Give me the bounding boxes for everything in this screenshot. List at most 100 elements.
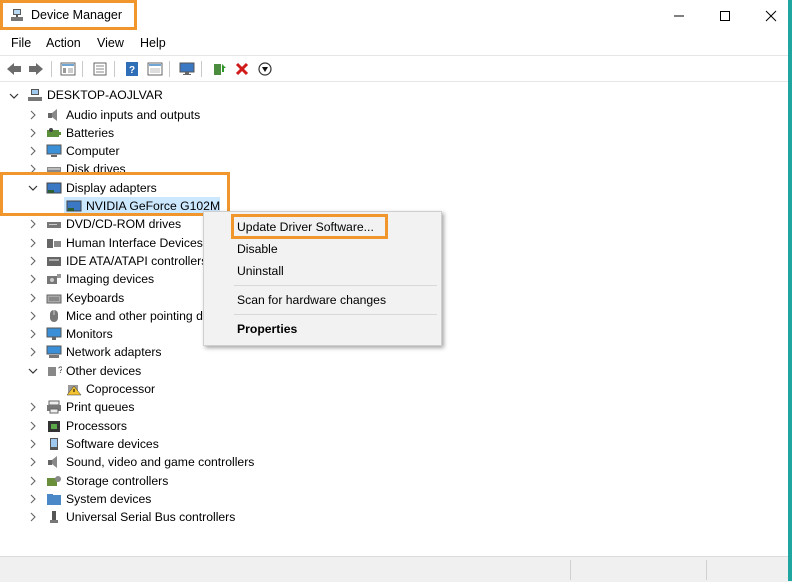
category-item[interactable]: Keyboards [66, 291, 124, 305]
title-bar: Device Manager [0, 0, 792, 32]
help-icon: ? [126, 62, 138, 76]
category-item[interactable]: Processors [66, 419, 127, 433]
category-item[interactable]: Universal Serial Bus controllers [66, 510, 235, 524]
chevron-right-icon[interactable] [28, 219, 38, 229]
chevron-right-icon[interactable] [28, 512, 38, 522]
chevron-right-icon[interactable] [28, 311, 38, 321]
svg-text:?: ? [58, 365, 62, 375]
chevron-right-icon[interactable] [28, 256, 38, 266]
menu-file[interactable]: File [11, 36, 31, 50]
chevron-right-icon[interactable] [28, 274, 38, 284]
usb-icon [50, 511, 58, 524]
chevron-right-icon[interactable] [28, 347, 38, 357]
category-item[interactable]: Network adapters [66, 345, 162, 359]
chevron-right-icon[interactable] [28, 439, 38, 449]
computer-host-icon [28, 89, 42, 101]
properties-button[interactable] [91, 60, 109, 78]
menu-properties[interactable]: Properties [237, 322, 297, 336]
menu-scan-hardware[interactable]: Scan for hardware changes [237, 293, 386, 307]
forward-icon [29, 63, 43, 75]
category-item[interactable]: Other devices [66, 364, 141, 378]
category-item[interactable]: Software devices [66, 437, 159, 451]
update-driver-highlight [231, 214, 388, 239]
chevron-right-icon[interactable] [28, 293, 38, 303]
monitor-button[interactable] [178, 60, 196, 78]
enable-device-icon [258, 62, 272, 76]
monitor-icon [46, 327, 62, 341]
speaker-icon [48, 108, 57, 121]
keyboard-icon [46, 294, 62, 303]
show-hide-tree-icon [60, 62, 76, 76]
camera-icon [47, 274, 61, 285]
chevron-right-icon[interactable] [28, 476, 38, 486]
close-icon [765, 10, 777, 22]
chevron-right-icon[interactable] [28, 494, 38, 504]
category-item[interactable]: Audio inputs and outputs [66, 108, 200, 122]
help-button[interactable]: ? [123, 60, 141, 78]
category-item[interactable]: Computer [66, 144, 120, 158]
menu-uninstall[interactable]: Uninstall [237, 264, 284, 278]
forward-button[interactable] [27, 60, 45, 78]
menu-view[interactable]: View [97, 36, 124, 50]
update-driver-button[interactable] [210, 60, 228, 78]
view-button[interactable] [146, 60, 164, 78]
minimize-button[interactable] [656, 0, 702, 32]
view-icon [147, 62, 163, 76]
toolbar-separator [51, 61, 52, 77]
window-edge [788, 0, 792, 581]
chevron-right-icon[interactable] [28, 110, 38, 120]
category-item[interactable]: Batteries [66, 126, 114, 140]
menu-disable[interactable]: Disable [237, 242, 278, 256]
system-folder-icon [47, 493, 61, 505]
toolbar-separator [201, 61, 202, 77]
show-hide-tree-button[interactable] [59, 60, 77, 78]
device-item[interactable]: Coprocessor [86, 382, 155, 396]
context-menu: Update Driver Software... Disable Uninst… [203, 211, 442, 346]
category-item[interactable]: Monitors [66, 327, 113, 341]
chevron-right-icon[interactable] [28, 421, 38, 431]
other-devices-icon: ? [48, 365, 62, 376]
maximize-icon [720, 11, 730, 21]
software-device-icon [50, 437, 58, 450]
menu-separator [234, 285, 437, 286]
category-item[interactable]: DVD/CD-ROM drives [66, 217, 181, 231]
update-driver-icon [214, 64, 226, 75]
chevron-down-icon[interactable] [9, 91, 19, 101]
category-item[interactable]: System devices [66, 492, 151, 506]
chevron-right-icon[interactable] [28, 329, 38, 339]
category-item[interactable]: Imaging devices [66, 272, 154, 286]
uninstall-button[interactable] [233, 60, 251, 78]
menu-help[interactable]: Help [140, 36, 166, 50]
category-item[interactable]: Sound, video and game controllers [66, 455, 254, 469]
chevron-right-icon[interactable] [28, 146, 38, 156]
category-item[interactable]: Human Interface Devices [66, 236, 203, 250]
dvd-icon [47, 222, 61, 229]
toolbar-separator [114, 61, 115, 77]
chevron-down-icon[interactable] [28, 366, 38, 376]
chevron-right-icon[interactable] [28, 238, 38, 248]
maximize-button[interactable] [702, 0, 748, 32]
back-icon [7, 63, 21, 75]
status-bar [0, 556, 792, 582]
title-highlight [0, 0, 137, 30]
category-item[interactable]: Storage controllers [66, 474, 168, 488]
chevron-right-icon[interactable] [28, 457, 38, 467]
tree-root-label[interactable]: DESKTOP-AOJLVAR [47, 88, 163, 102]
chevron-right-icon[interactable] [28, 128, 38, 138]
processor-icon [48, 420, 60, 432]
speaker-icon [48, 456, 57, 469]
storage-icon [47, 475, 61, 486]
back-button[interactable] [5, 60, 23, 78]
enable-device-button[interactable] [256, 60, 274, 78]
hid-icon [47, 238, 61, 248]
chevron-right-icon[interactable] [28, 402, 38, 412]
svg-text:?: ? [129, 65, 135, 76]
ide-icon [47, 256, 61, 266]
warning-device-icon [66, 385, 82, 396]
category-item[interactable]: IDE ATA/ATAPI controllers [66, 254, 207, 268]
mouse-icon [50, 309, 58, 322]
menu-action[interactable]: Action [46, 36, 81, 50]
close-button[interactable] [748, 0, 792, 32]
network-icon [46, 345, 62, 359]
category-item[interactable]: Print queues [66, 400, 134, 414]
